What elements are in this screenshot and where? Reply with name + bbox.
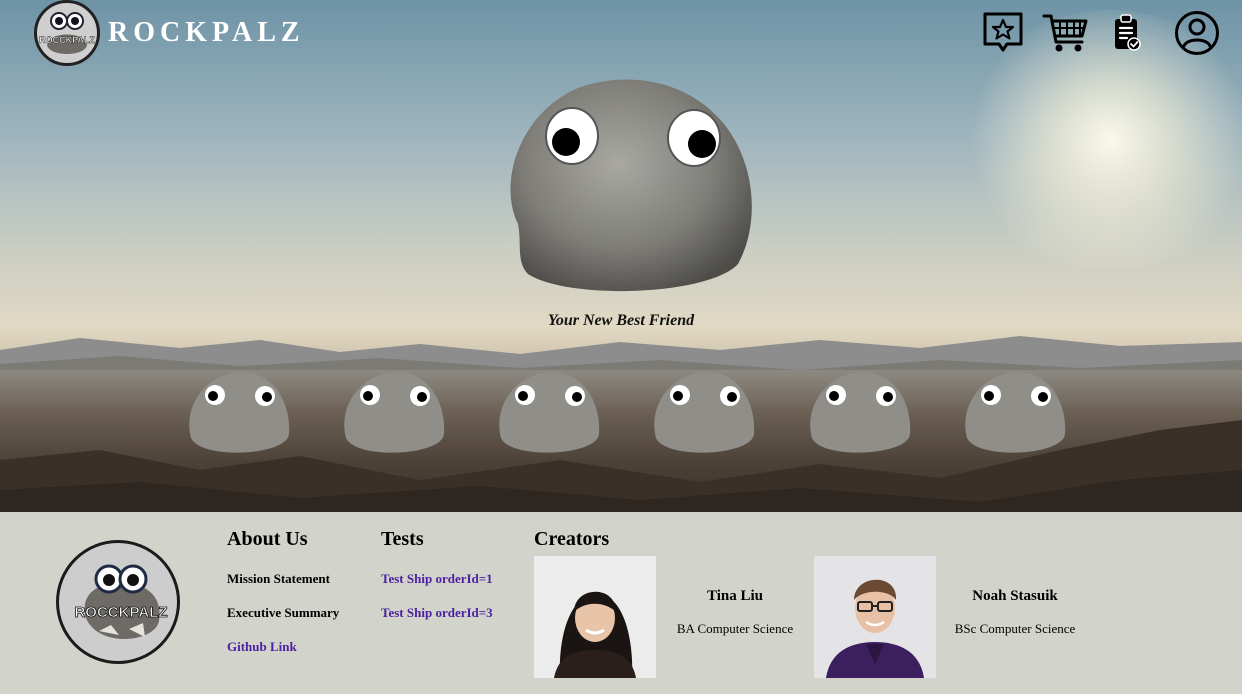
rock-mascot-logo-icon: ROCCKPALZ xyxy=(39,12,96,54)
svg-text:ROCCKPALZ: ROCCKPALZ xyxy=(39,35,95,45)
orders-clipboard-icon[interactable] xyxy=(1104,10,1150,56)
account-user-icon[interactable] xyxy=(1174,10,1220,56)
tests-column: Tests Test Ship orderId=1 Test Ship orde… xyxy=(381,528,493,639)
creators-heading: Creators xyxy=(534,528,610,550)
tests-heading: Tests xyxy=(381,528,424,550)
footer-logo: ROCCKPALZ xyxy=(56,540,180,664)
rock-product-3[interactable] xyxy=(493,368,603,458)
rock-product-4[interactable] xyxy=(648,368,758,458)
test-ship-order-3-link[interactable]: Test Ship orderId=3 xyxy=(381,605,493,621)
svg-text:ROCCKPALZ: ROCCKPALZ xyxy=(74,604,167,621)
github-link[interactable]: Github Link xyxy=(227,639,339,655)
cart-icon[interactable] xyxy=(1042,10,1088,56)
rock-product-2[interactable] xyxy=(338,368,448,458)
rock-product-5[interactable] xyxy=(804,368,914,458)
brand-logo: ROCCKPALZ xyxy=(34,0,100,66)
header-nav xyxy=(964,10,1220,56)
test-ship-order-1-link[interactable]: Test Ship orderId=1 xyxy=(381,571,493,587)
creator-photo-tina xyxy=(534,556,656,678)
rock-mascot-logo-icon: ROCCKPALZ xyxy=(74,564,168,639)
creator-degree: BA Computer Science xyxy=(676,621,794,636)
creator-name: Noah Stasuik xyxy=(972,588,1058,604)
about-us-heading: About Us xyxy=(227,528,308,550)
creator-degree: BSc Computer Science xyxy=(954,621,1076,636)
creator-photo-noah xyxy=(814,556,936,678)
hero-banner: Your New Best Friend ROCCKPALZ ROCKPALZ xyxy=(0,0,1242,512)
rock-product-1[interactable] xyxy=(183,368,293,458)
executive-summary-link[interactable]: Executive Summary xyxy=(227,605,339,621)
brand-home-link[interactable]: ROCCKPALZ ROCKPALZ xyxy=(34,0,305,66)
brand-name: ROCKPALZ xyxy=(108,17,305,48)
mission-statement-link[interactable]: Mission Statement xyxy=(227,571,339,587)
hero-tagline: Your New Best Friend xyxy=(547,312,695,329)
site-footer: ROCCKPALZ About Us Mission Statement Exe… xyxy=(0,512,1242,694)
creator-name: Tina Liu xyxy=(706,588,763,604)
about-us-column: About Us Mission Statement Executive Sum… xyxy=(227,528,339,673)
wishlist-star-icon[interactable] xyxy=(980,10,1026,56)
rock-product-6[interactable] xyxy=(959,368,1069,458)
featured-rock-image[interactable] xyxy=(488,74,760,296)
